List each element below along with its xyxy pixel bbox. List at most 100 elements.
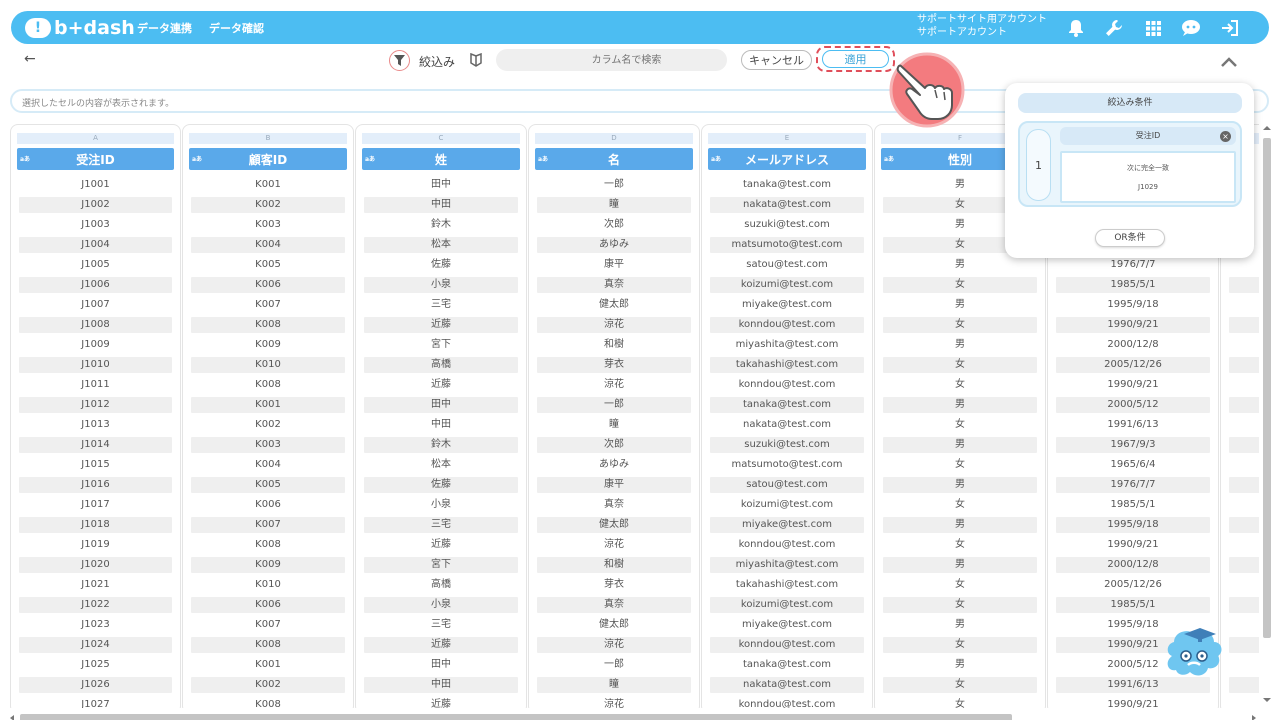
table-cell[interactable]: K002: [191, 417, 345, 433]
table-cell[interactable]: 健太郎: [537, 297, 691, 313]
horizontal-scrollbar[interactable]: [8, 708, 1260, 720]
table-cell[interactable]: K005: [191, 477, 345, 493]
table-cell[interactable]: nakata@test.com: [710, 197, 864, 213]
table-cell[interactable]: 女: [883, 697, 1037, 708]
table-cell[interactable]: J1014: [19, 437, 172, 453]
table-cell[interactable]: 1995/9/18: [1056, 517, 1210, 533]
table-cell[interactable]: K003: [191, 217, 345, 233]
table-cell[interactable]: [1229, 677, 1259, 693]
table-cell[interactable]: 芽衣: [537, 577, 691, 593]
column-letter[interactable]: B: [189, 133, 347, 144]
table-cell[interactable]: 小泉: [364, 597, 518, 613]
app-logo[interactable]: ! b+dash: [25, 16, 135, 40]
table-cell[interactable]: J1001: [19, 177, 172, 193]
table-cell[interactable]: 三宅: [364, 617, 518, 633]
or-condition-button[interactable]: OR条件: [1095, 229, 1165, 247]
table-cell[interactable]: 1965/6/4: [1056, 457, 1210, 473]
table-cell[interactable]: 中田: [364, 417, 518, 433]
table-cell[interactable]: satou@test.com: [710, 257, 864, 273]
vertical-scrollbar[interactable]: [1260, 124, 1274, 708]
apply-button[interactable]: 適用: [822, 50, 889, 68]
table-cell[interactable]: 瞳: [537, 677, 691, 693]
table-cell[interactable]: 男: [883, 257, 1037, 273]
table-cell[interactable]: 田中: [364, 177, 518, 193]
column-header[interactable]: aあ メールアドレス: [708, 148, 866, 170]
table-cell[interactable]: konndou@test.com: [710, 377, 864, 393]
table-cell[interactable]: J1004: [19, 237, 172, 253]
logout-icon[interactable]: [1219, 17, 1241, 39]
mascot-icon[interactable]: [1160, 626, 1230, 690]
table-cell[interactable]: [1229, 477, 1259, 493]
clear-filter-icon[interactable]: [470, 52, 482, 71]
table-cell[interactable]: 小泉: [364, 277, 518, 293]
table-cell[interactable]: 1990/9/21: [1056, 537, 1210, 553]
table-cell[interactable]: K004: [191, 237, 345, 253]
table-cell[interactable]: 和樹: [537, 557, 691, 573]
table-cell[interactable]: あゆみ: [537, 457, 691, 473]
table-cell[interactable]: matsumoto@test.com: [710, 457, 864, 473]
table-cell[interactable]: 女: [883, 457, 1037, 473]
table-cell[interactable]: あゆみ: [537, 237, 691, 253]
table-cell[interactable]: 女: [883, 537, 1037, 553]
table-cell[interactable]: 1990/9/21: [1056, 377, 1210, 393]
table-cell[interactable]: K004: [191, 457, 345, 473]
table-cell[interactable]: konndou@test.com: [710, 637, 864, 653]
table-cell[interactable]: 瞳: [537, 197, 691, 213]
table-cell[interactable]: K007: [191, 617, 345, 633]
table-cell[interactable]: K008: [191, 537, 345, 553]
table-cell[interactable]: miyake@test.com: [710, 517, 864, 533]
table-cell[interactable]: K006: [191, 277, 345, 293]
table-cell[interactable]: 宮下: [364, 557, 518, 573]
table-cell[interactable]: K006: [191, 497, 345, 513]
table-cell[interactable]: K006: [191, 597, 345, 613]
table-cell[interactable]: 女: [883, 417, 1037, 433]
table-cell[interactable]: 女: [883, 597, 1037, 613]
table-cell[interactable]: J1012: [19, 397, 172, 413]
table-cell[interactable]: konndou@test.com: [710, 697, 864, 708]
table-cell[interactable]: J1020: [19, 557, 172, 573]
table-cell[interactable]: [1229, 277, 1259, 293]
table-cell[interactable]: 男: [883, 617, 1037, 633]
table-cell[interactable]: K007: [191, 517, 345, 533]
table-cell[interactable]: J1025: [19, 657, 172, 673]
column-header[interactable]: aあ 受注ID: [17, 148, 174, 170]
table-cell[interactable]: 女: [883, 317, 1037, 333]
table-cell[interactable]: 近藤: [364, 697, 518, 708]
table-cell[interactable]: 男: [883, 297, 1037, 313]
table-cell[interactable]: miyake@test.com: [710, 297, 864, 313]
table-cell[interactable]: J1003: [19, 217, 172, 233]
table-cell[interactable]: 康平: [537, 477, 691, 493]
table-cell[interactable]: [1229, 317, 1259, 333]
table-cell[interactable]: [1229, 637, 1259, 653]
table-cell[interactable]: miyashita@test.com: [710, 337, 864, 353]
wrench-icon[interactable]: [1103, 17, 1125, 39]
table-cell[interactable]: 涼花: [537, 537, 691, 553]
back-arrow-icon[interactable]: ←: [24, 51, 36, 67]
table-cell[interactable]: 涼花: [537, 697, 691, 708]
table-cell[interactable]: satou@test.com: [710, 477, 864, 493]
table-cell[interactable]: tanaka@test.com: [710, 657, 864, 673]
filter-icon[interactable]: [389, 50, 410, 71]
filter-label[interactable]: 絞込み: [419, 53, 455, 70]
table-cell[interactable]: 男: [883, 397, 1037, 413]
table-cell[interactable]: [1229, 517, 1259, 533]
table-cell[interactable]: K010: [191, 357, 345, 373]
table-cell[interactable]: 宮下: [364, 337, 518, 353]
table-cell[interactable]: J1018: [19, 517, 172, 533]
table-cell[interactable]: takahashi@test.com: [710, 577, 864, 593]
table-cell[interactable]: J1005: [19, 257, 172, 273]
table-cell[interactable]: 涼花: [537, 637, 691, 653]
cancel-button[interactable]: キャンセル: [741, 50, 812, 70]
table-cell[interactable]: 健太郎: [537, 617, 691, 633]
table-cell[interactable]: 1976/7/7: [1056, 257, 1210, 273]
table-cell[interactable]: K010: [191, 577, 345, 593]
table-cell[interactable]: 男: [883, 557, 1037, 573]
table-cell[interactable]: 近藤: [364, 317, 518, 333]
table-cell[interactable]: 女: [883, 357, 1037, 373]
chat-bot-icon[interactable]: [1180, 17, 1202, 39]
table-cell[interactable]: K007: [191, 297, 345, 313]
apps-grid-icon[interactable]: [1142, 17, 1164, 39]
table-cell[interactable]: J1026: [19, 677, 172, 693]
table-cell[interactable]: J1002: [19, 197, 172, 213]
table-cell[interactable]: tanaka@test.com: [710, 397, 864, 413]
